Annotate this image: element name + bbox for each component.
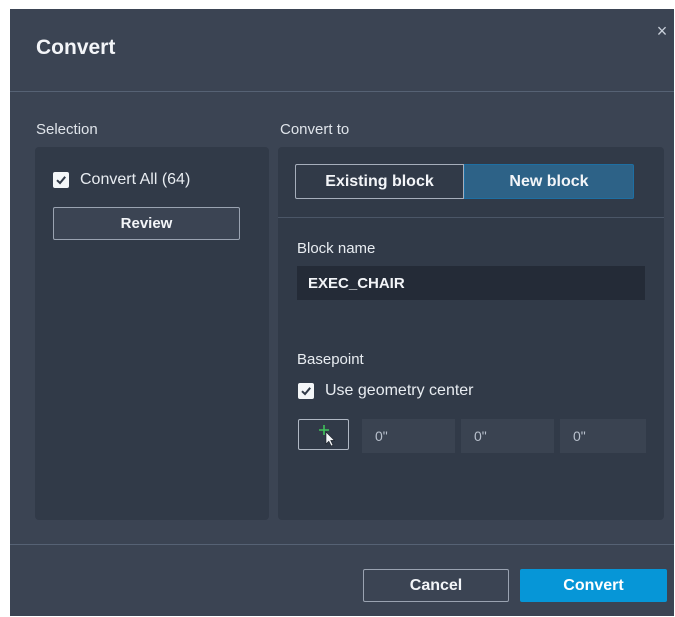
convert-to-panel: Existing block New block Block name EXEC… — [278, 147, 664, 520]
pick-point-icon — [319, 425, 336, 447]
cancel-button[interactable]: Cancel — [363, 569, 509, 602]
dialog-title: Convert — [36, 36, 116, 59]
selection-panel: Convert All (64) Review — [35, 147, 269, 520]
block-name-input[interactable]: EXEC_CHAIR — [297, 266, 645, 300]
new-block-option[interactable]: New block — [464, 164, 634, 199]
use-geometry-center-checkbox[interactable] — [298, 383, 314, 399]
checkmark-icon — [301, 387, 311, 396]
convert-all-checkbox-row[interactable]: Convert All (64) — [53, 171, 190, 189]
existing-block-option[interactable]: Existing block — [295, 164, 464, 199]
convert-to-label: Convert to — [280, 121, 350, 138]
selection-label: Selection — [36, 121, 98, 138]
coord-z-input[interactable]: 0" — [560, 419, 646, 453]
block-name-label: Block name — [297, 240, 376, 257]
convert-all-label: Convert All (64) — [80, 171, 191, 188]
coord-x-input[interactable]: 0" — [362, 419, 455, 453]
basepoint-label: Basepoint — [297, 351, 364, 368]
convert-button[interactable]: Convert — [520, 569, 667, 602]
review-button[interactable]: Review — [53, 207, 240, 240]
convert-dialog: Convert × Selection Convert All (64) Rev… — [10, 9, 674, 616]
header-divider — [10, 91, 674, 92]
convert-all-checkbox[interactable] — [53, 172, 69, 188]
coord-y-input[interactable]: 0" — [461, 419, 554, 453]
pick-point-button[interactable] — [298, 419, 349, 450]
footer-divider — [10, 544, 674, 545]
checkmark-icon — [56, 176, 66, 185]
options-divider — [278, 217, 664, 218]
use-geometry-center-label: Use geometry center — [325, 382, 474, 399]
use-geometry-center-row[interactable]: Use geometry center — [298, 382, 474, 400]
close-icon[interactable]: × — [654, 21, 670, 42]
